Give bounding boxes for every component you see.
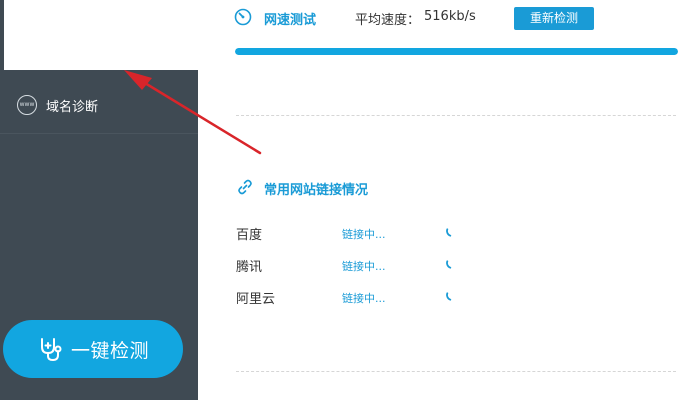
divider xyxy=(236,115,676,116)
stethoscope-icon xyxy=(41,338,62,362)
site-row: 腾讯 链接中... xyxy=(236,256,676,278)
site-name: 阿里云 xyxy=(236,292,276,307)
site-name: 百度 xyxy=(236,228,263,243)
link-icon xyxy=(238,179,252,195)
retest-button[interactable]: 重新检测 xyxy=(514,7,594,30)
site-status: 链接中... xyxy=(342,292,386,305)
site-status: 链接中... xyxy=(342,228,386,241)
divider xyxy=(236,371,676,372)
average-speed-value: 516kb/s xyxy=(424,9,476,24)
average-speed-label: 平均速度： xyxy=(355,13,421,28)
sidebar: www 域名诊断 一键检测 xyxy=(0,0,202,400)
sidebar-item-label: 域名诊断 xyxy=(46,100,99,115)
common-sites-title: 常用网站链接情况 xyxy=(264,183,369,198)
site-row: 阿里云 链接中... xyxy=(236,288,676,310)
speed-progress-bar xyxy=(235,48,678,55)
loading-spinner-icon xyxy=(446,228,452,237)
speed-progress-fill xyxy=(235,48,678,55)
one-key-check-button[interactable]: 一键检测 xyxy=(3,320,183,378)
loading-spinner-icon xyxy=(446,260,452,269)
speed-test-title: 网速测试 xyxy=(264,13,317,28)
sidebar-item-domain-diagnosis[interactable]: www 域名诊断 xyxy=(0,78,198,134)
one-key-check-label: 一键检测 xyxy=(71,341,150,362)
loading-spinner-icon xyxy=(446,292,452,301)
site-name: 腾讯 xyxy=(236,260,263,275)
site-row: 百度 链接中... xyxy=(236,224,676,246)
sidebar-blank-panel xyxy=(4,0,202,70)
speedometer-icon xyxy=(234,8,252,26)
www-globe-icon: www xyxy=(17,95,37,115)
site-status: 链接中... xyxy=(342,260,386,273)
